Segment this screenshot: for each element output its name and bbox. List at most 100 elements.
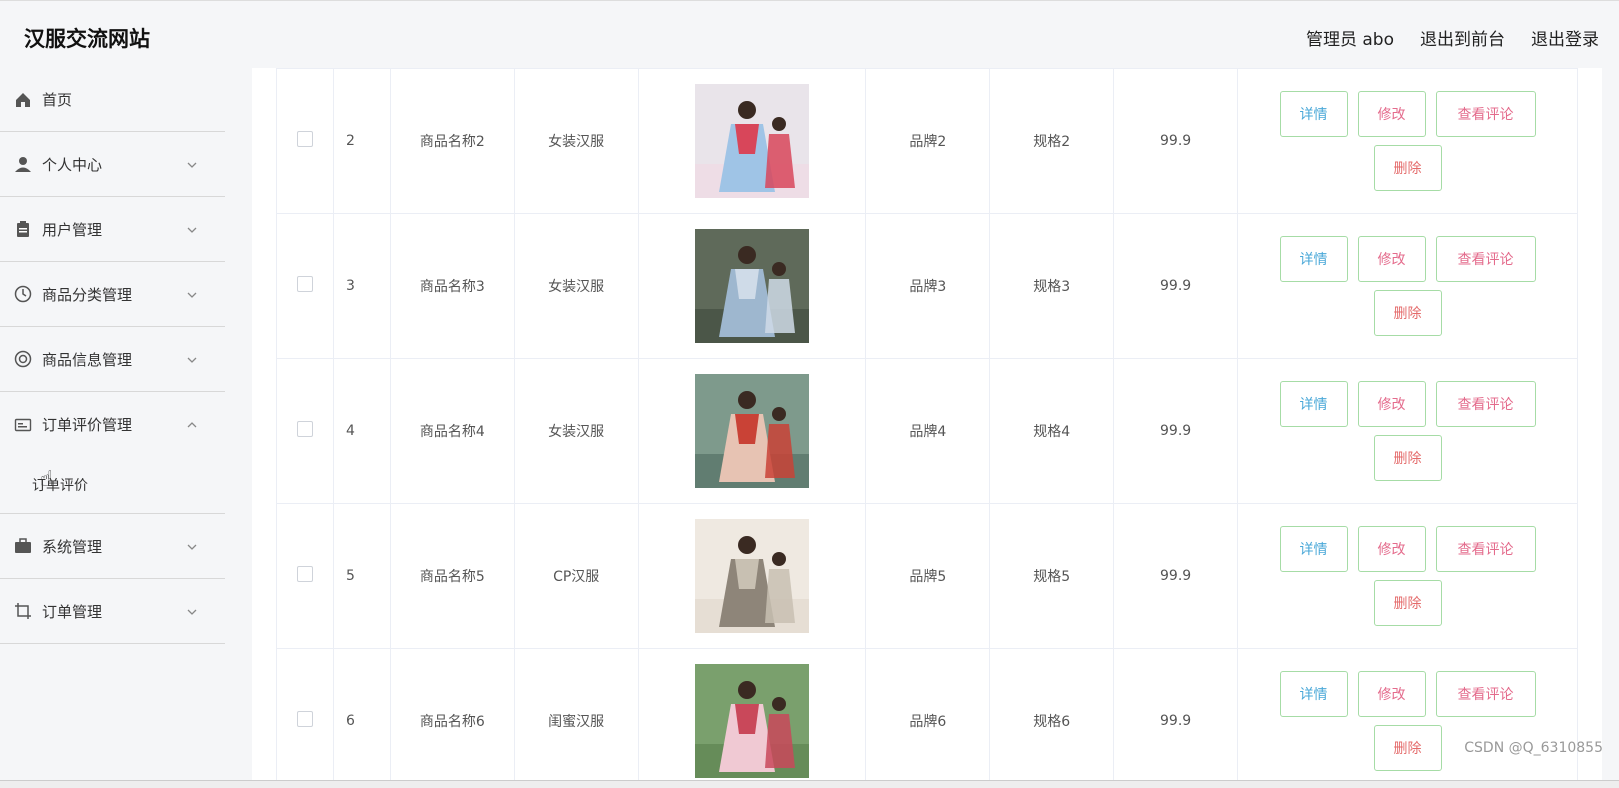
view-reviews-button[interactable]: 查看评论 (1435, 381, 1536, 427)
row-checkbox[interactable] (296, 711, 313, 727)
detail-button[interactable]: 详情 (1279, 236, 1348, 282)
spec-cell: 规格3 (989, 213, 1115, 359)
product-image (695, 374, 810, 488)
hanfu-photo (695, 374, 810, 488)
briefcase-icon (14, 537, 32, 555)
product-spec: 规格3 (1033, 279, 1071, 295)
brand-cell: 品牌4 (865, 358, 991, 504)
row-checkbox[interactable] (296, 131, 313, 147)
detail-button[interactable]: 详情 (1279, 671, 1348, 717)
edit-button[interactable]: 修改 (1357, 381, 1426, 427)
brand-cell: 品牌3 (865, 213, 991, 359)
row-checkbox[interactable] (296, 276, 313, 292)
sidebar-item-label: 首页 (42, 91, 73, 109)
checkbox-cell (276, 648, 334, 788)
user-icon (14, 155, 32, 173)
table-row: 3 商品名称3 女装汉服 品牌3 规格3 99.9 详情 修改 查看评论 删除 (276, 213, 1578, 359)
product-category: CP汉服 (553, 569, 600, 585)
price-cell: 99.9 (1113, 358, 1239, 504)
edit-button[interactable]: 修改 (1357, 91, 1426, 137)
sidebar-subitem-order-review[interactable]: 订单评价 ☝ (0, 457, 225, 514)
row-id: 2 (345, 133, 355, 149)
row-id: 3 (345, 278, 355, 294)
row-actions: 详情 修改 查看评论 删除 (1278, 381, 1538, 481)
product-image (695, 664, 810, 778)
sidebar-item-category[interactable]: 商品分类管理 (0, 262, 225, 327)
hanfu-photo (695, 84, 810, 198)
sidebar-item-system[interactable]: 系统管理 (0, 514, 225, 579)
chevron-down-icon (187, 156, 197, 168)
edit-button[interactable]: 修改 (1357, 526, 1426, 572)
price-cell: 99.9 (1113, 648, 1239, 788)
hanfu-photo (695, 229, 810, 343)
sidebar-item-users[interactable]: 用户管理 (0, 197, 225, 262)
watermark: CSDN @Q_6310855 (1464, 740, 1603, 756)
product-spec: 规格4 (1033, 424, 1071, 440)
view-reviews-button[interactable]: 查看评论 (1435, 91, 1536, 137)
delete-button[interactable]: 删除 (1373, 725, 1442, 771)
delete-button[interactable]: 删除 (1373, 145, 1442, 191)
price-cell: 99.9 (1113, 503, 1239, 649)
row-checkbox[interactable] (296, 566, 313, 582)
price-cell: 99.9 (1113, 213, 1239, 359)
sidebar-item-orders[interactable]: 订单管理 (0, 579, 225, 644)
product-image (695, 519, 810, 633)
row-checkbox[interactable] (296, 421, 313, 437)
product-image (695, 229, 810, 343)
view-reviews-button[interactable]: 查看评论 (1435, 671, 1536, 717)
checkbox-cell (276, 213, 334, 359)
product-category: 闺蜜汉服 (548, 714, 605, 730)
ops-cell: 详情 修改 查看评论 删除 (1237, 648, 1578, 788)
ops-cell: 详情 修改 查看评论 删除 (1237, 358, 1578, 504)
admin-label: 管理员 abo (1305, 30, 1394, 50)
view-reviews-button[interactable]: 查看评论 (1435, 526, 1536, 572)
row-actions: 详情 修改 查看评论 删除 (1278, 526, 1538, 626)
product-spec: 规格2 (1033, 134, 1071, 150)
product-name: 商品名称2 (419, 134, 485, 150)
top-right-links: 管理员 abo 退出到前台 退出登录 (1306, 25, 1599, 50)
product-category: 女装汉服 (548, 279, 605, 295)
name-cell: 商品名称5 (389, 503, 515, 649)
name-cell: 商品名称3 (389, 213, 515, 359)
image-cell (637, 68, 867, 214)
row-id: 6 (345, 713, 355, 729)
product-price: 99.9 (1160, 713, 1192, 729)
product-price: 99.9 (1160, 423, 1192, 439)
chevron-down-icon (187, 221, 197, 233)
delete-button[interactable]: 删除 (1373, 435, 1442, 481)
browser-status-bar (0, 780, 1619, 788)
sidebar-item-home[interactable]: 首页 (0, 68, 225, 132)
logout-link[interactable]: 退出登录 (1531, 25, 1599, 50)
product-table: 2 商品名称2 女装汉服 品牌2 规格2 99.9 详情 修改 查看评论 删除 … (276, 68, 1578, 788)
sidebar-item-product-info[interactable]: 商品信息管理 (0, 327, 225, 392)
sidebar-item-order-review[interactable]: 订单评价管理 (0, 392, 225, 457)
view-reviews-button[interactable]: 查看评论 (1435, 236, 1536, 282)
delete-button[interactable]: 删除 (1373, 580, 1442, 626)
table-row: 4 商品名称4 女装汉服 品牌4 规格4 99.9 详情 修改 查看评论 删除 (276, 358, 1578, 504)
home-icon (14, 91, 32, 109)
detail-button[interactable]: 详情 (1279, 526, 1348, 572)
price-cell: 99.9 (1113, 68, 1239, 214)
sidebar-item-label: 用户管理 (42, 220, 103, 239)
detail-button[interactable]: 详情 (1279, 381, 1348, 427)
ops-cell: 详情 修改 查看评论 删除 (1237, 503, 1578, 649)
hanfu-photo (695, 519, 810, 633)
edit-button[interactable]: 修改 (1357, 671, 1426, 717)
edit-button[interactable]: 修改 (1357, 236, 1426, 282)
detail-button[interactable]: 详情 (1279, 91, 1348, 137)
delete-button[interactable]: 删除 (1373, 290, 1442, 336)
crop-icon (14, 602, 32, 620)
spec-cell: 规格6 (989, 648, 1115, 788)
lifebuoy-icon (14, 350, 32, 368)
sidebar-item-personal[interactable]: 个人中心 (0, 132, 225, 197)
spec-cell: 规格2 (989, 68, 1115, 214)
checkbox-cell (276, 503, 334, 649)
clock-icon (14, 285, 32, 303)
sidebar-item-label: 订单管理 (42, 602, 103, 621)
exit-front-link[interactable]: 退出到前台 (1420, 25, 1505, 50)
product-brand: 品牌6 (909, 714, 947, 730)
chevron-down-icon (187, 603, 197, 615)
ops-cell: 详情 修改 查看评论 删除 (1237, 213, 1578, 359)
id-cell: 2 (332, 68, 391, 214)
product-spec: 规格5 (1033, 569, 1071, 585)
